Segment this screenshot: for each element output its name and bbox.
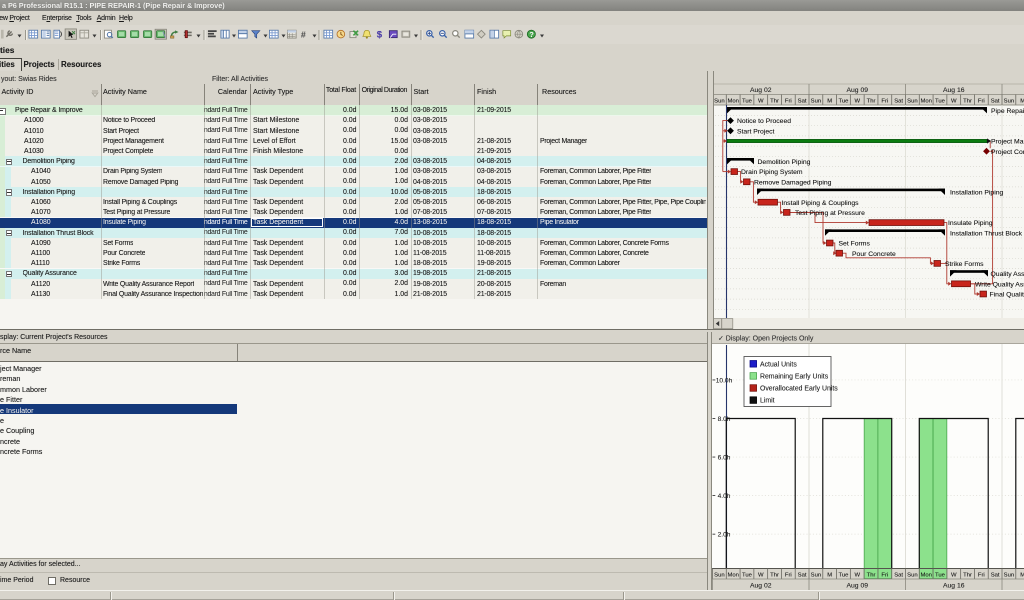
svg-text:Mon: Mon (727, 573, 738, 579)
svg-text:2.0h: 2.0h (718, 532, 731, 539)
svg-text:Sat: Sat (894, 573, 903, 579)
svg-text:Quality Assurance: Quality Assurance (991, 271, 1024, 278)
svg-text:Fri: Fri (785, 99, 792, 105)
svg-text:Tue: Tue (935, 99, 946, 105)
svg-text:Tue: Tue (742, 573, 753, 579)
svg-text:M: M (1020, 99, 1024, 105)
svg-text:Sun: Sun (907, 99, 917, 105)
svg-text:Thr: Thr (770, 99, 779, 105)
svg-text:$: $ (377, 30, 383, 41)
svg-text:Overallocated Early Units: Overallocated Early Units (760, 386, 838, 393)
svg-text:Aug 16: Aug 16 (943, 582, 965, 589)
svg-text:Sat: Sat (991, 573, 1000, 579)
svg-text:M: M (827, 573, 832, 579)
svg-text:Tue: Tue (838, 573, 849, 579)
svg-text:Mon: Mon (920, 99, 931, 105)
svg-text:✓ Display: Open Projects Only: ✓ Display: Open Projects Only (718, 336, 814, 343)
svg-text:Start Project: Start Project (737, 128, 775, 135)
svg-text:Tue: Tue (935, 573, 946, 579)
svg-text:Demolition Piping: Demolition Piping (758, 159, 811, 166)
svg-text:Strike Forms: Strike Forms (945, 261, 984, 268)
svg-text:Sat: Sat (991, 99, 1000, 105)
svg-text:Project Management: Project Management (991, 139, 1024, 146)
svg-text:Sun: Sun (1004, 573, 1014, 579)
svg-text:Sun: Sun (714, 99, 724, 105)
svg-text:M: M (1020, 573, 1024, 579)
svg-text:Fri: Fri (785, 573, 792, 579)
svg-text:W: W (854, 573, 860, 579)
svg-text:Remove Damaged Piping: Remove Damaged Piping (754, 179, 832, 186)
svg-text:Aug 02: Aug 02 (750, 87, 772, 94)
svg-text:4.0h: 4.0h (718, 493, 731, 500)
svg-text:Sun: Sun (714, 573, 724, 579)
svg-text:Test Piping at Pressure: Test Piping at Pressure (795, 210, 865, 217)
svg-text:Sat: Sat (894, 99, 903, 105)
svg-text:Final Quality Assurance Inspec: Final Quality Assurance Inspection (990, 292, 1024, 299)
svg-text:Notice to Proceed: Notice to Proceed (737, 118, 791, 125)
svg-text:Installation Piping: Installation Piping (950, 190, 1003, 197)
svg-text:W: W (758, 573, 764, 579)
svg-text:Aug 09: Aug 09 (846, 87, 868, 94)
svg-text:#: # (301, 29, 306, 39)
svg-text:8.0h: 8.0h (718, 416, 731, 423)
svg-text:Fri: Fri (881, 99, 888, 105)
svg-text:Tue: Tue (838, 99, 849, 105)
svg-text:Fri: Fri (978, 99, 985, 105)
svg-text:Project Complete: Project Complete (991, 149, 1024, 156)
svg-text:Remaining Early Units: Remaining Early Units (760, 373, 829, 380)
svg-text:Thr: Thr (963, 573, 972, 579)
svg-text:Sun: Sun (811, 573, 821, 579)
svg-text:Sun: Sun (1004, 99, 1014, 105)
svg-text:Sat: Sat (798, 573, 807, 579)
svg-text:Pipe Repair & Improve: Pipe Repair & Improve (991, 108, 1024, 115)
svg-text:Insulate Piping: Insulate Piping (948, 220, 993, 227)
svg-text:Fri: Fri (881, 573, 888, 579)
svg-text:6.0h: 6.0h (718, 454, 731, 461)
svg-text:Install Piping & Couplings: Install Piping & Couplings (782, 200, 860, 207)
svg-text:Tue: Tue (742, 99, 753, 105)
svg-text:Set Forms: Set Forms (839, 241, 871, 248)
svg-text:Sun: Sun (811, 99, 821, 105)
svg-text:W: W (951, 99, 957, 105)
svg-text:Aug 09: Aug 09 (846, 582, 868, 589)
svg-text:Limit: Limit (760, 398, 775, 405)
svg-text:Mon: Mon (727, 99, 738, 105)
svg-text:W: W (758, 99, 764, 105)
svg-text:Actual Units: Actual Units (760, 361, 797, 368)
svg-text:W: W (854, 99, 860, 105)
svg-text:10.0h: 10.0h (716, 377, 733, 384)
svg-text:Thr: Thr (867, 99, 876, 105)
svg-text:Thr: Thr (867, 573, 876, 579)
svg-text:M: M (827, 99, 832, 105)
svg-text:Aug 16: Aug 16 (943, 87, 965, 94)
svg-text:Fri: Fri (978, 573, 985, 579)
svg-text:W: W (951, 573, 957, 579)
svg-text:?: ? (529, 30, 534, 39)
svg-text:Sat: Sat (798, 99, 807, 105)
svg-text:Thr: Thr (963, 99, 972, 105)
svg-text:Aug 02: Aug 02 (750, 582, 772, 589)
svg-text:Drain Piping System: Drain Piping System (741, 169, 803, 176)
svg-text:Thr: Thr (770, 573, 779, 579)
svg-text:Installation Thrust Block: Installation Thrust Block (950, 230, 1023, 237)
svg-text:Sun: Sun (907, 573, 917, 579)
svg-text:Write Quality Assurance Report: Write Quality Assurance Report (975, 281, 1024, 288)
svg-text:Pour Concrete: Pour Concrete (852, 251, 896, 258)
svg-text:Mon: Mon (920, 573, 931, 579)
